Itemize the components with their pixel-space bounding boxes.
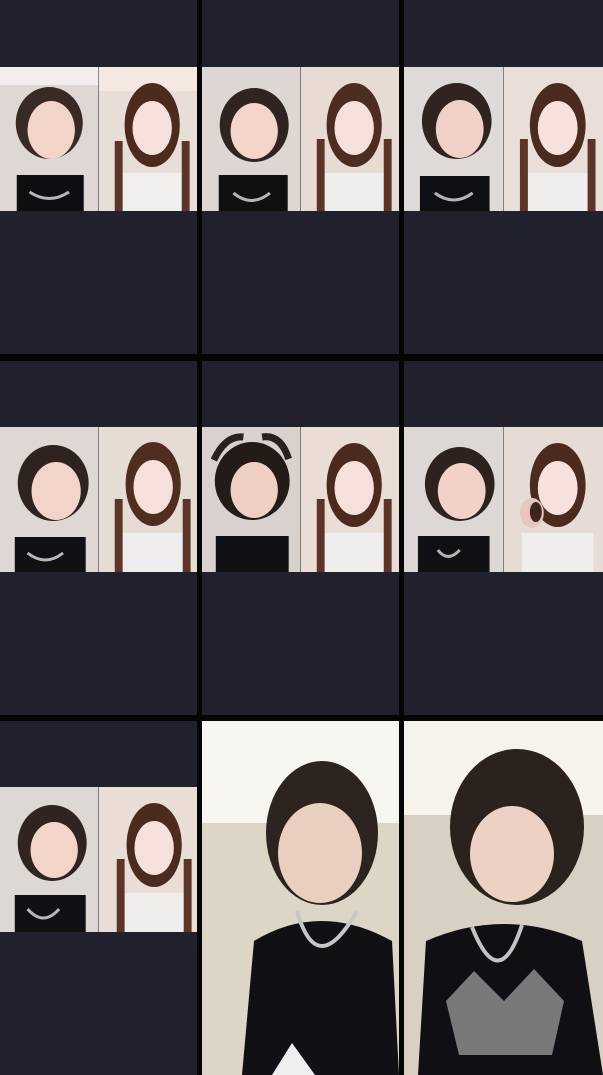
- left-person-frame: [202, 427, 301, 572]
- tile-7[interactable]: [0, 721, 197, 1075]
- tile-3[interactable]: [404, 0, 603, 354]
- tile-9[interactable]: [404, 721, 603, 1075]
- split-call-frame: [202, 67, 399, 211]
- split-call-frame: [202, 427, 399, 572]
- tile-1[interactable]: [0, 0, 197, 354]
- right-person-frame: [300, 427, 399, 572]
- split-call-frame: [0, 427, 197, 572]
- left-person-frame: [0, 67, 99, 211]
- left-person-frame: [202, 67, 301, 211]
- tile-8[interactable]: [202, 721, 399, 1075]
- tile-2[interactable]: [202, 0, 399, 354]
- tile-6[interactable]: [404, 361, 603, 715]
- tile-4[interactable]: [0, 361, 197, 715]
- left-person-frame: [404, 67, 504, 211]
- split-call-frame: [0, 67, 197, 211]
- left-person-frame: [0, 787, 99, 932]
- full-video-frame: [202, 721, 399, 1075]
- split-call-frame: [404, 427, 603, 572]
- split-call-frame: [404, 67, 603, 211]
- left-person-frame: [404, 427, 504, 572]
- tile-5[interactable]: [202, 361, 399, 715]
- right-person-frame: [503, 67, 603, 211]
- right-person-frame: [300, 67, 399, 211]
- video-thumbnail-grid: [0, 0, 603, 1075]
- right-person-frame: [98, 787, 197, 932]
- right-person-frame: [98, 67, 197, 211]
- left-person-frame: [0, 427, 99, 572]
- full-video-frame: [404, 721, 603, 1075]
- right-person-frame: [98, 427, 197, 572]
- split-call-frame: [0, 787, 197, 932]
- right-person-frame: [503, 427, 603, 572]
